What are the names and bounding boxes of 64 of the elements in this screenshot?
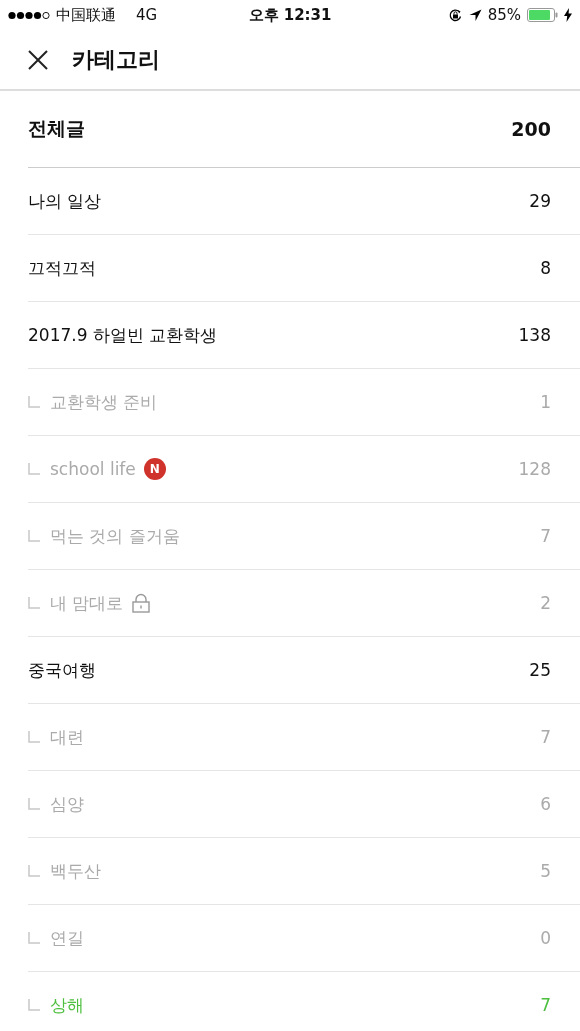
post-count: 7 — [540, 727, 551, 747]
status-time: 오후 12:31 — [248, 5, 332, 25]
signal-icon — [8, 10, 50, 20]
category-name: 대련 — [50, 725, 84, 749]
category-item[interactable]: 연길 0 — [28, 905, 580, 972]
category-name: 나의 일상 — [28, 189, 102, 213]
category-name: 연길 — [50, 926, 84, 950]
category-item[interactable]: 전체글 200 — [28, 91, 580, 168]
battery-percent: 85% — [487, 6, 521, 24]
subcategory-corner-icon — [28, 932, 40, 944]
subcategory-corner-icon — [28, 865, 40, 877]
category-name: 전체글 — [28, 116, 85, 141]
category-item[interactable]: school life N 128 — [28, 436, 580, 503]
carrier-name: 中国联通 — [56, 5, 116, 25]
subcategory-corner-icon — [28, 530, 40, 542]
post-count: 6 — [540, 794, 551, 814]
subcategory-corner-icon — [28, 463, 40, 475]
post-count: 0 — [540, 928, 551, 948]
category-name: 내 맘대로 — [50, 591, 124, 615]
new-badge: N — [143, 458, 166, 480]
close-icon — [28, 49, 48, 70]
page-title: 카테고리 — [72, 45, 160, 74]
category-item[interactable]: 끄적끄적 8 — [28, 235, 580, 302]
category-name: school life — [50, 459, 136, 479]
charging-bolt-icon — [564, 8, 572, 22]
battery-icon — [527, 8, 558, 22]
category-item[interactable]: 중국여행 25 — [28, 637, 580, 704]
subcategory-corner-icon — [28, 731, 40, 743]
category-item[interactable]: 교환학생 준비 1 — [28, 369, 580, 436]
category-name: 심양 — [50, 792, 84, 816]
category-name: 끄적끄적 — [28, 256, 96, 280]
subcategory-corner-icon — [28, 597, 40, 609]
rotation-lock-icon — [447, 7, 463, 23]
category-name: 교환학생 준비 — [50, 390, 158, 414]
subcategory-corner-icon — [28, 798, 40, 810]
category-name: 상해 — [50, 993, 84, 1017]
close-button[interactable] — [28, 49, 48, 70]
category-name: 백두산 — [50, 859, 101, 883]
post-count: 29 — [529, 191, 551, 211]
category-name: 먹는 것의 즐거움 — [50, 524, 180, 548]
category-item[interactable]: 2017.9 하얼빈 교환학생 138 — [28, 302, 580, 369]
post-count: 7 — [540, 526, 551, 546]
subcategory-corner-icon — [28, 396, 40, 408]
network-type: 4G — [136, 6, 158, 24]
post-count: 7 — [540, 995, 551, 1015]
location-arrow-icon — [468, 8, 482, 22]
category-item[interactable]: 먹는 것의 즐거움 7 — [28, 503, 580, 570]
category-item[interactable]: 나의 일상 29 — [28, 168, 580, 235]
post-count: 128 — [518, 459, 551, 479]
post-count: 1 — [540, 392, 551, 412]
category-name: 2017.9 하얼빈 교환학생 — [28, 323, 218, 347]
post-count: 5 — [540, 861, 551, 881]
category-item[interactable]: 내 맘대로 2 — [28, 570, 580, 637]
post-count: 8 — [540, 258, 551, 278]
post-count: 200 — [511, 118, 551, 140]
subcategory-corner-icon — [28, 999, 40, 1011]
post-count: 138 — [518, 325, 551, 345]
category-item[interactable]: 백두산 5 — [28, 838, 580, 905]
category-item[interactable]: 심양 6 — [28, 771, 580, 838]
category-name: 중국여행 — [28, 658, 96, 682]
category-item[interactable]: 상해 7 — [28, 972, 580, 1031]
post-count: 2 — [540, 593, 551, 613]
category-item[interactable]: 대련 7 — [28, 704, 580, 771]
post-count: 25 — [529, 660, 551, 680]
